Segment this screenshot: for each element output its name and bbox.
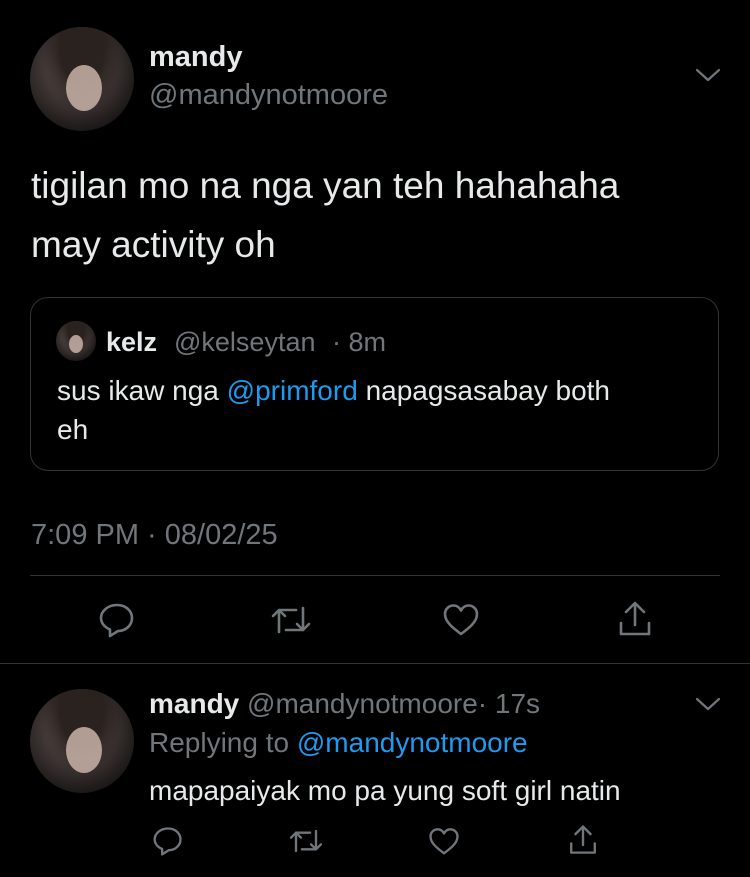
share-icon[interactable] <box>616 599 654 639</box>
mention-link[interactable]: @primford <box>227 375 358 406</box>
chevron-down-icon[interactable] <box>694 66 722 84</box>
quoted-text-prefix: sus ikaw nga <box>57 375 219 406</box>
reply-time: · 17s <box>477 688 541 719</box>
quoted-time: · 8m <box>332 327 386 357</box>
like-icon[interactable] <box>428 827 460 856</box>
author-name[interactable]: mandy <box>149 41 242 74</box>
retweet-icon[interactable] <box>270 602 312 638</box>
retweet-icon[interactable] <box>288 826 324 856</box>
quoted-author-handle: @kelseytan <box>174 327 316 357</box>
quoted-text-suffix: napagsasabay both <box>365 375 610 406</box>
replying-to-label: Replying to <box>149 727 290 758</box>
reply-text: mapapaiyak mo pa yung soft girl natin <box>149 775 621 806</box>
quoted-author-name: kelz <box>106 327 158 357</box>
reply-author-handle[interactable]: @mandynotmoore <box>247 688 478 719</box>
chevron-down-icon[interactable] <box>694 695 722 713</box>
like-icon[interactable] <box>442 603 480 637</box>
quoted-text-line-2: eh <box>57 414 89 445</box>
divider <box>0 663 750 664</box>
reply-header: mandy @mandynotmoore· 17s <box>149 688 540 720</box>
quoted-author-avatar <box>56 321 96 361</box>
author-handle[interactable]: @mandynotmoore <box>149 79 388 112</box>
reply-author-name[interactable]: mandy <box>149 688 239 719</box>
reply-icon[interactable] <box>98 602 136 638</box>
reply-icon[interactable] <box>152 826 184 856</box>
tweet-text-line-2: may activity oh <box>31 224 276 265</box>
author-avatar[interactable] <box>30 27 134 131</box>
replying-to: Replying to @mandynotmoore <box>149 727 528 759</box>
share-icon[interactable] <box>567 823 599 857</box>
divider <box>30 575 720 576</box>
tweet-timestamp[interactable]: 7:09 PM · 08/02/25 <box>31 519 278 552</box>
reply-author-avatar[interactable] <box>30 689 134 793</box>
quoted-text-line-1: sus ikaw nga @primford napagsasabay both <box>57 375 610 407</box>
replying-to-handle[interactable]: @mandynotmoore <box>297 727 528 758</box>
tweet-text-line-1: tigilan mo na nga yan teh hahahaha <box>31 165 620 206</box>
